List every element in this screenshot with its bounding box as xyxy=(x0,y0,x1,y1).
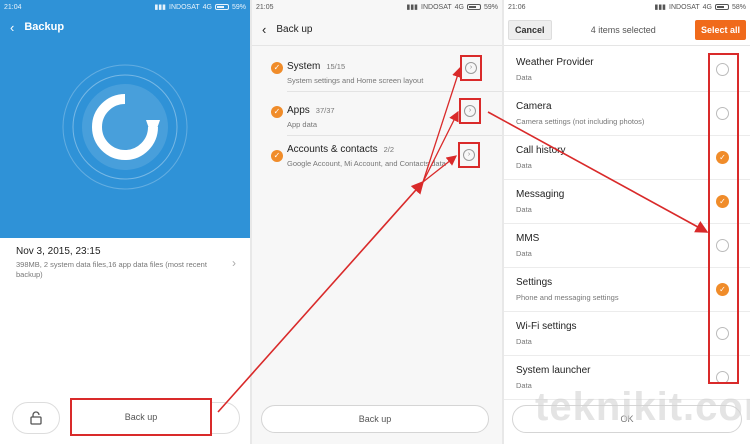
selection-count: 4 items selected xyxy=(590,24,656,35)
item-name: Messaging xyxy=(516,189,565,200)
status-time: 21:05 xyxy=(256,3,274,11)
status-time: 21:04 xyxy=(4,3,22,11)
battery-level: 58% xyxy=(731,3,746,11)
selection-bar: Cancel 4 items selected Select all xyxy=(504,14,750,46)
item-desc: Data xyxy=(516,337,532,346)
watermark: teknikit.com xyxy=(535,385,750,429)
select-all-button[interactable]: Select all xyxy=(694,19,746,40)
category-desc: App data xyxy=(287,120,318,129)
last-backup-entry[interactable]: Nov 3, 2015, 23:15 398MB, 2 system data … xyxy=(0,240,250,286)
category-count: 2/2 xyxy=(383,145,395,154)
status-bar: 21:05 ▮▮▮ INDOSAT 4G 59% xyxy=(252,0,502,14)
category-name: System xyxy=(287,61,321,72)
checked-icon[interactable]: ✓ xyxy=(271,106,283,118)
item-name: MMS xyxy=(516,233,540,244)
item-name: Weather Provider xyxy=(516,57,594,68)
backup-refresh-icon xyxy=(62,64,188,190)
signal-icon: ▮▮▮ xyxy=(654,4,667,11)
item-desc: Phone and messaging settings xyxy=(516,293,619,302)
battery-icon xyxy=(466,4,481,10)
app-data-select-screen: 21:06 ▮▮▮ INDOSAT 4G 58% Cancel 4 items … xyxy=(504,0,750,444)
item-desc: Data xyxy=(516,249,532,258)
item-desc: Data xyxy=(516,381,532,390)
battery-level: 59% xyxy=(483,3,498,11)
back-up-button[interactable]: Back up xyxy=(70,398,212,436)
unlock-button[interactable] xyxy=(12,402,60,434)
backup-hero: 21:04 ▮▮▮ INDOSAT 4G 59% ‹ Backup xyxy=(0,0,250,238)
item-name: Call history xyxy=(516,145,566,156)
item-name: Wi-Fi settings xyxy=(516,321,577,332)
category-desc: Google Account, Mi Account, and Contacts… xyxy=(287,159,446,168)
signal-icon: ▮▮▮ xyxy=(406,4,419,11)
item-desc: Data xyxy=(516,161,532,170)
backup-select-screen: 21:05 ▮▮▮ INDOSAT 4G 59% ‹ Back up ✓ Sys… xyxy=(252,0,502,444)
network: 4G xyxy=(454,3,464,11)
item-desc: Data xyxy=(516,73,532,82)
page-title: Back up xyxy=(276,24,313,35)
category-name: Apps xyxy=(287,105,310,116)
battery-icon xyxy=(714,4,729,10)
carrier: INDOSAT xyxy=(421,3,452,11)
item-name: System launcher xyxy=(516,365,591,376)
item-name: Settings xyxy=(516,277,553,288)
status-bar: 21:06 ▮▮▮ INDOSAT 4G 58% xyxy=(504,0,750,14)
back-up-button[interactable]: Back up xyxy=(261,405,489,433)
status-bar: 21:04 ▮▮▮ INDOSAT 4G 59% xyxy=(0,0,250,14)
carrier: INDOSAT xyxy=(669,3,700,11)
status-time: 21:06 xyxy=(508,3,526,11)
cancel-button[interactable]: Cancel xyxy=(508,19,552,40)
app-bar: ‹ Backup xyxy=(0,14,250,40)
category-count: 15/15 xyxy=(326,62,346,71)
chevron-right-icon[interactable]: › xyxy=(463,149,475,161)
item-desc: Camera settings (not including photos) xyxy=(516,117,645,126)
checked-icon[interactable]: ✓ xyxy=(271,62,283,74)
item-desc: Data xyxy=(516,205,532,214)
backup-date: Nov 3, 2015, 23:15 xyxy=(16,246,101,257)
item-name: Camera xyxy=(516,101,552,112)
battery-icon xyxy=(214,4,229,10)
checked-icon[interactable]: ✓ xyxy=(271,150,283,162)
annotation-box xyxy=(708,53,739,384)
page-title: Backup xyxy=(24,21,65,33)
category-count: 37/37 xyxy=(315,106,335,115)
backup-summary: 398MB, 2 system data files,16 app data f… xyxy=(16,260,207,279)
battery-level: 59% xyxy=(231,3,246,11)
app-bar: ‹ Back up xyxy=(252,14,502,46)
signal-icon: ▮▮▮ xyxy=(154,4,167,11)
chevron-right-icon: › xyxy=(232,256,236,270)
category-name: Accounts & contacts xyxy=(287,144,378,155)
back-chevron-icon[interactable]: ‹ xyxy=(262,22,266,37)
back-chevron-icon[interactable]: ‹ xyxy=(10,20,14,35)
backup-home-screen: 21:04 ▮▮▮ INDOSAT 4G 59% ‹ Backup Nov 3,… xyxy=(0,0,250,444)
network: 4G xyxy=(702,3,712,11)
unlock-icon xyxy=(30,411,42,425)
category-desc: System settings and Home screen layout xyxy=(287,76,424,85)
chevron-right-icon[interactable]: › xyxy=(465,62,477,74)
carrier: INDOSAT xyxy=(169,3,200,11)
chevron-right-icon[interactable]: › xyxy=(464,105,476,117)
network: 4G xyxy=(202,3,212,11)
